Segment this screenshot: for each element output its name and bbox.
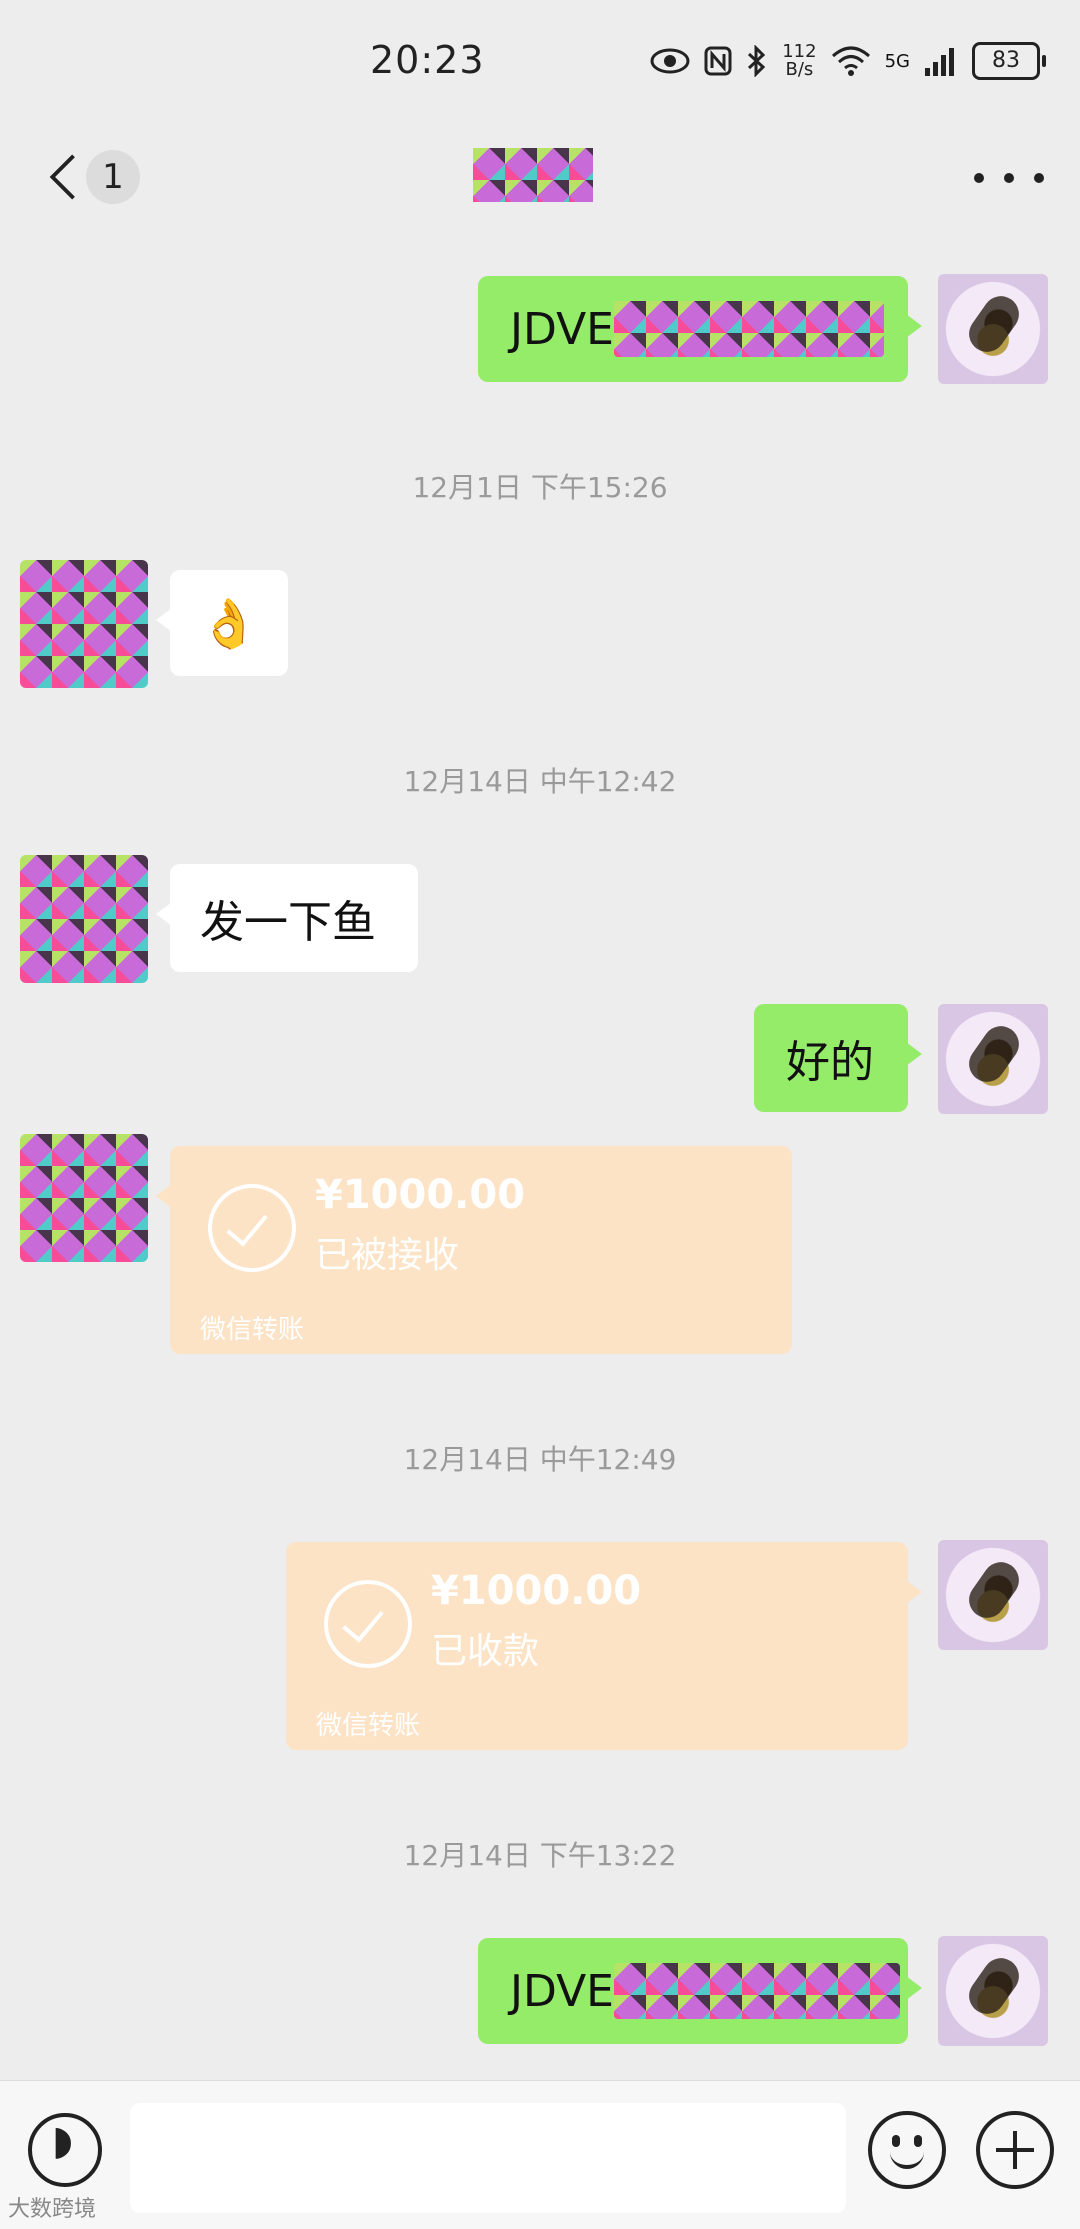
plus-icon[interactable] (976, 2111, 1054, 2189)
message-timestamp: 12月14日 中午12:49 (403, 1443, 677, 1476)
contact-avatar[interactable] (20, 560, 148, 688)
check-circle-icon (324, 1580, 412, 1668)
message-timestamp: 12月1日 下午15:26 (412, 471, 668, 504)
message-input[interactable] (130, 2103, 846, 2213)
chat-title-redacted (473, 148, 593, 202)
status-time: 20:23 (370, 38, 485, 82)
ellipsis-icon[interactable] (974, 158, 1044, 198)
self-avatar[interactable] (938, 1540, 1048, 1650)
transfer-card-received[interactable]: ¥1000.00 已被接收 微信转账 (156, 1146, 792, 1354)
unread-count-badge[interactable]: 1 (86, 150, 140, 204)
wifi-icon (831, 46, 870, 76)
input-bar: 大数跨境 (0, 2080, 1080, 2229)
contact-avatar[interactable] (20, 1134, 148, 1262)
signal-icon (925, 48, 954, 76)
sent-message-bubble[interactable]: JDVE (478, 276, 922, 382)
check-circle-icon (208, 1184, 296, 1272)
message-timestamp: 12月14日 下午13:22 (403, 1839, 677, 1872)
emoji-icon[interactable] (868, 2111, 946, 2189)
self-avatar[interactable] (938, 1936, 1048, 2046)
message-text: 好的 (786, 1037, 874, 1088)
network-type: 5G (884, 50, 910, 72)
message-text: JDVE (510, 303, 614, 355)
transfer-label: 微信转账 (316, 1711, 421, 1741)
redacted-text (613, 301, 884, 357)
transfer-amount: ¥1000.00 (431, 1568, 642, 1614)
transfer-status: 已被接收 (315, 1235, 460, 1276)
transfer-label: 微信转账 (200, 1315, 305, 1345)
transfer-status: 已收款 (431, 1631, 540, 1672)
status-icons: 112 B/s 5G 83 (650, 36, 1046, 86)
message-text: JDVE (510, 1965, 614, 2017)
transfer-card-sent[interactable]: ¥1000.00 已收款 微信转账 (286, 1542, 922, 1750)
status-bar: 20:23 112 B/s 5G 83 (0, 0, 1080, 130)
sent-message-bubble[interactable]: JDVE (478, 1938, 922, 2044)
self-avatar[interactable] (938, 1004, 1048, 1114)
nfc-icon (704, 46, 732, 76)
message-timestamp: 12月14日 中午12:42 (403, 765, 677, 798)
voice-icon[interactable] (28, 2113, 102, 2187)
net-speed-unit: B/s (785, 59, 814, 80)
redacted-text (613, 1963, 900, 2019)
sent-message-bubble[interactable]: 好的 (754, 1004, 922, 1112)
message-text: 发一下鱼 (200, 897, 376, 948)
battery-indicator: 83 (972, 42, 1046, 80)
eye-icon (650, 48, 690, 74)
bluetooth-icon (748, 45, 766, 77)
ok-hand-emoji: 👌 (199, 595, 259, 652)
received-message-bubble[interactable]: 发一下鱼 (156, 864, 418, 972)
transfer-amount: ¥1000.00 (315, 1172, 526, 1218)
net-speed: 112 B/s (782, 43, 816, 79)
chevron-left-icon[interactable] (42, 152, 82, 202)
self-avatar[interactable] (938, 274, 1048, 384)
watermark: 大数跨境 (8, 2197, 97, 2222)
contact-avatar[interactable] (20, 855, 148, 983)
received-message-bubble[interactable]: 👌 (156, 570, 288, 676)
